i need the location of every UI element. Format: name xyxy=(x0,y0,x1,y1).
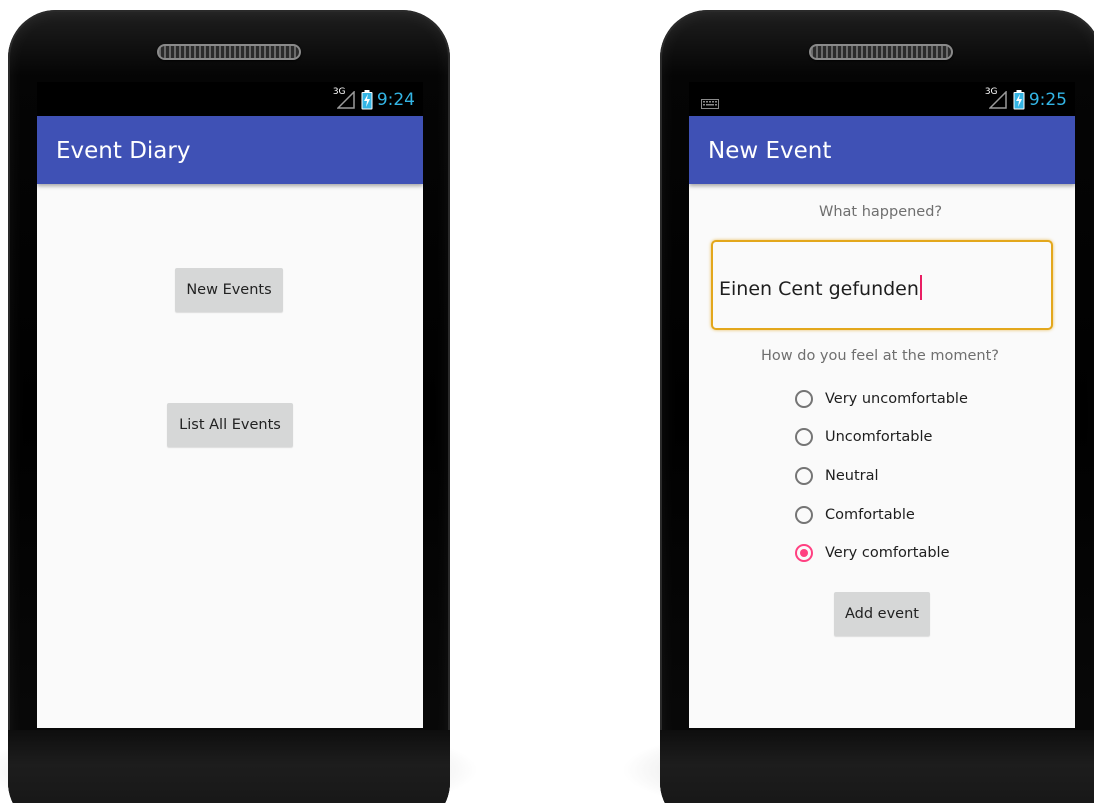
status-icons: 3G 9:25 xyxy=(985,87,1067,110)
radio-button[interactable] xyxy=(795,467,813,485)
radio-button[interactable] xyxy=(795,390,813,408)
speaker-grill xyxy=(809,44,953,60)
screen-new-event: 3G 9:25 New Event What happened? Einen C… xyxy=(689,82,1075,728)
radio-button[interactable] xyxy=(795,506,813,524)
clock: 9:25 xyxy=(1028,90,1067,110)
radio-comfortable[interactable]: Comfortable xyxy=(795,502,915,528)
new-event-form: What happened? Einen Cent gefunden How d… xyxy=(689,184,1075,728)
radio-button[interactable] xyxy=(795,428,813,446)
app-bar: Event Diary xyxy=(37,116,423,184)
status-bar: 3G 9:24 xyxy=(37,82,423,116)
radio-label: Uncomfortable xyxy=(825,429,933,445)
radio-very-uncomfortable[interactable]: Very uncomfortable xyxy=(795,386,968,412)
list-all-events-button[interactable]: List All Events xyxy=(167,403,293,447)
battery-charging-icon xyxy=(1013,90,1025,110)
phone-left: 3G 9:24 Event Diary New Events List All … xyxy=(8,10,450,803)
add-event-button[interactable]: Add event xyxy=(834,592,930,636)
event-description-input[interactable]: Einen Cent gefunden xyxy=(711,240,1053,330)
event-description-text: Einen Cent gefunden xyxy=(719,278,919,300)
app-title: New Event xyxy=(708,138,832,164)
text-cursor xyxy=(919,275,922,300)
radio-uncomfortable[interactable]: Uncomfortable xyxy=(795,424,932,450)
bottom-bezel xyxy=(8,730,450,803)
radio-label: Neutral xyxy=(825,468,879,484)
status-icons: 3G 9:24 xyxy=(333,87,415,110)
radio-label: Comfortable xyxy=(825,507,915,523)
status-bar: 3G 9:25 xyxy=(689,82,1075,116)
bottom-bezel xyxy=(660,730,1094,803)
radio-button-selected[interactable] xyxy=(795,544,813,562)
phone-right: 3G 9:25 New Event What happened? Einen C… xyxy=(660,10,1094,803)
app-title: Event Diary xyxy=(56,138,191,164)
stage: 3G 9:24 Event Diary New Events List All … xyxy=(0,0,1094,803)
radio-very-comfortable[interactable]: Very comfortable xyxy=(795,540,950,566)
event-description-value: Einen Cent gefunden xyxy=(719,275,922,300)
app-bar: New Event xyxy=(689,116,1075,184)
signal-icon: 3G xyxy=(985,87,1009,109)
main-content: New Events List All Events xyxy=(37,184,423,728)
clock: 9:24 xyxy=(376,90,415,110)
feeling-label: How do you feel at the moment? xyxy=(761,348,999,364)
radio-label: Very uncomfortable xyxy=(825,391,968,407)
radio-label: Very comfortable xyxy=(825,545,950,561)
radio-neutral[interactable]: Neutral xyxy=(795,463,879,489)
battery-charging-icon xyxy=(361,90,373,110)
what-happened-label: What happened? xyxy=(819,204,943,220)
keyboard-icon xyxy=(701,96,719,114)
speaker-grill xyxy=(157,44,301,60)
screen-event-diary: 3G 9:24 Event Diary New Events List All … xyxy=(37,82,423,728)
signal-icon: 3G xyxy=(333,87,357,109)
new-events-button[interactable]: New Events xyxy=(175,268,283,312)
